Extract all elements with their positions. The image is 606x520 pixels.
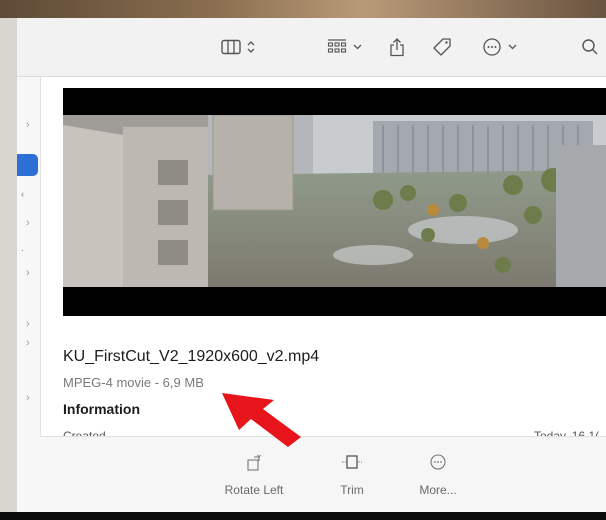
dock-edge [0, 512, 606, 520]
sidebar: › ‹ › · › › › › [17, 77, 41, 512]
tag-icon [432, 37, 452, 57]
search-button[interactable] [581, 36, 599, 58]
sidebar-selected-row[interactable] [17, 154, 38, 176]
search-icon [581, 38, 599, 56]
column-view-icon [221, 39, 241, 55]
finder-toolbar [17, 18, 606, 77]
rotate-left-button[interactable]: Rotate Left [209, 451, 299, 497]
more-button[interactable]: More... [393, 451, 483, 497]
more-options-button[interactable] [482, 36, 517, 58]
rotate-left-icon [209, 451, 299, 473]
finder-window: › ‹ › · › › › › KU_FirstCut_V2_1920x600_… [17, 18, 606, 512]
chevron-right-icon[interactable]: › [26, 318, 36, 330]
more-label: More... [419, 483, 457, 497]
more-options-icon [482, 37, 502, 57]
trim-label: Trim [340, 483, 364, 497]
trim-button[interactable]: Trim [307, 451, 397, 497]
group-button[interactable] [327, 36, 362, 58]
up-down-chevron-icon [247, 40, 255, 54]
created-label: Created [63, 429, 106, 436]
chevron-right-icon[interactable]: › [26, 267, 36, 279]
chevron-right-icon[interactable]: › [26, 119, 36, 131]
more-icon [393, 451, 483, 473]
sidebar-label-fragment: · [21, 245, 24, 255]
video-frame-image [63, 115, 606, 287]
information-heading: Information [63, 401, 140, 417]
video-preview[interactable] [63, 88, 606, 316]
quick-actions-bar: Rotate Left Trim More... [40, 436, 606, 512]
rotate-left-label: Rotate Left [224, 483, 284, 497]
trim-icon [307, 451, 397, 473]
created-value: Today, 16.1( [534, 429, 600, 436]
view-switcher-button[interactable] [221, 36, 255, 58]
group-icon [327, 38, 347, 56]
chevron-right-icon[interactable]: › [26, 392, 36, 404]
desktop-background [0, 0, 606, 18]
file-name: KU_FirstCut_V2_1920x600_v2.mp4 [63, 348, 320, 365]
sidebar-label-fragment: ‹ [21, 189, 24, 199]
background-window-edge [0, 18, 17, 512]
file-kind-size: MPEG-4 movie - 6,9 MB [63, 375, 204, 390]
info-row-created: Created Today, 16.1( [63, 428, 606, 436]
chevron-right-icon[interactable]: › [26, 337, 36, 349]
chevron-down-icon [353, 44, 362, 50]
share-icon [389, 37, 405, 57]
chevron-right-icon[interactable]: › [26, 217, 36, 229]
tags-button[interactable] [432, 36, 452, 58]
share-button[interactable] [389, 36, 405, 58]
chevron-down-icon [508, 44, 517, 50]
